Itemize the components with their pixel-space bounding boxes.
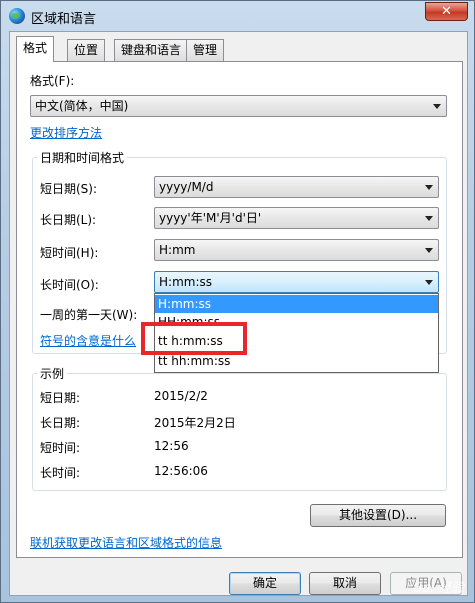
short-date-select[interactable]: yyyy/M/d (154, 176, 439, 198)
example-long-date-label: 长日期: (40, 416, 81, 430)
example-long-date-value: 2015年2月2日 (154, 416, 236, 430)
globe-icon (9, 8, 25, 24)
format-select-value: 中文(简体，中国) (35, 99, 129, 113)
long-time-select[interactable]: H:mm:ss (154, 271, 439, 293)
short-time-select[interactable]: H:mm (154, 239, 439, 261)
cancel-button[interactable]: 取消 (309, 572, 381, 595)
short-date-value: yyyy/M/d (159, 180, 214, 194)
region-language-window: 区域和语言 ✕ 格式 位置 键盘和语言 管理 格式(F): 中文(简体，中国) … (0, 0, 475, 603)
short-time-label: 短时间(H): (40, 246, 99, 260)
short-date-label: 短日期(S): (40, 182, 98, 196)
chevron-down-icon (425, 185, 433, 190)
example-long-time-label: 长时间: (40, 466, 81, 480)
example-short-date-label: 短日期: (40, 391, 81, 405)
watermark: Bai 经验 (413, 581, 464, 596)
example-short-time-value: 12:56 (154, 439, 189, 453)
format-label: 格式(F): (30, 74, 75, 88)
long-date-label: 长日期(L): (40, 213, 97, 227)
online-info-link[interactable]: 联机获取更改语言和区域格式的信息 (30, 534, 222, 551)
short-time-value: H:mm (159, 243, 196, 257)
title-bar[interactable]: 区域和语言 ✕ (1, 1, 474, 31)
first-day-label: 一周的第一天(W): (40, 308, 138, 322)
datetime-group-title: 日期和时间格式 (37, 149, 128, 166)
change-sort-link[interactable]: 更改排序方法 (30, 124, 102, 141)
ok-button[interactable]: 确定 (229, 572, 301, 595)
annotation-highlight-box (141, 322, 247, 355)
long-time-label: 长时间(O): (40, 278, 99, 292)
chevron-down-icon (433, 104, 441, 109)
chevron-down-icon (425, 216, 433, 221)
window-title: 区域和语言 (31, 12, 97, 27)
dropdown-option[interactable]: H:mm:ss (155, 295, 438, 313)
long-date-value: yyyy'年'M'月'd'日' (159, 211, 262, 225)
format-select[interactable]: 中文(简体，中国) (30, 95, 447, 117)
example-long-time-value: 12:56:06 (154, 464, 208, 478)
chevron-down-icon (425, 248, 433, 253)
close-button[interactable]: ✕ (425, 2, 468, 21)
example-short-date-value: 2015/2/2 (154, 389, 208, 403)
tab-formats[interactable]: 格式 (16, 36, 55, 62)
example-short-time-label: 短时间: (40, 441, 81, 455)
tab-keyboards-languages[interactable]: 键盘和语言 (114, 39, 189, 61)
chevron-down-icon (425, 280, 433, 285)
examples-group-title: 示例 (37, 365, 68, 382)
additional-settings-button[interactable]: 其他设置(D)... (310, 504, 446, 527)
examples-groupbox (32, 373, 447, 491)
long-date-select[interactable]: yyyy'年'M'月'd'日' (154, 207, 439, 229)
tab-administrative[interactable]: 管理 (186, 39, 225, 61)
symbols-meaning-link[interactable]: 符号的含意是什么 (40, 332, 136, 349)
tab-location[interactable]: 位置 (67, 39, 106, 61)
long-time-value: H:mm:ss (159, 275, 212, 289)
